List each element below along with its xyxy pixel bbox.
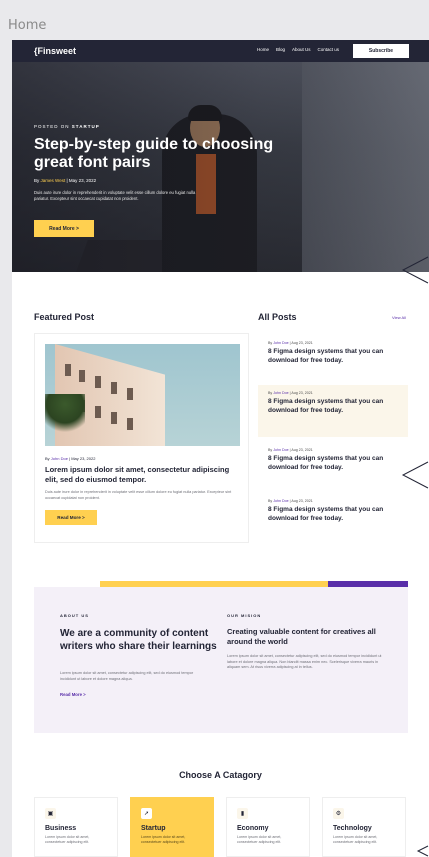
nav-contact[interactable]: Contact us: [318, 47, 340, 52]
window-shape: [111, 382, 117, 394]
top-navbar: {Finsweet Home Blog About Us Contact us …: [12, 40, 429, 62]
category-card-technology[interactable]: ⚙ Technology Lorem ipsum dolor sit amet,…: [322, 797, 406, 857]
mission-text: Lorem ipsum dolor sit amet, consectetur …: [227, 654, 382, 669]
nav-about[interactable]: About Us: [292, 47, 311, 52]
frame-label: Home: [8, 18, 47, 33]
post-title[interactable]: 8 Figma design systems that you can down…: [268, 455, 398, 472]
category-name: Technology: [333, 825, 372, 832]
mission-heading: Creating valuable content for creatives …: [227, 627, 376, 646]
window-shape: [95, 406, 101, 418]
featured-meta-prefix: By: [45, 456, 50, 461]
post-meta-prefix: By: [268, 391, 273, 395]
window-shape: [127, 418, 133, 430]
hero-title: Step-by-step guide to choosing great fon…: [34, 136, 274, 171]
about-label: ABOUT US: [60, 613, 89, 618]
briefcase-icon: ▣: [45, 808, 56, 819]
post-item[interactable]: By John Doe | Aug 23, 2021 8 Figma desig…: [258, 335, 408, 371]
post-meta: By John Doe | Aug 23, 2021: [268, 499, 398, 503]
category-name: Economy: [237, 825, 269, 832]
category-desc: Lorem ipsum dolor sit amet, consectetuer…: [45, 835, 90, 844]
post-title[interactable]: 8 Figma design systems that you can down…: [268, 348, 398, 365]
about-heading: We are a community of content writers wh…: [60, 628, 217, 652]
hero-description: Duis aute irure dolor in reprehenderit i…: [34, 190, 196, 201]
chevron-left-icon: [401, 256, 429, 284]
about-section: ABOUT US We are a community of content w…: [34, 587, 408, 733]
post-meta: By John Doe | Aug 23, 2021: [268, 448, 398, 452]
mission-label: OUR MISION: [227, 613, 262, 618]
logo[interactable]: {Finsweet: [34, 46, 76, 56]
rocket-icon: ➚: [141, 808, 152, 819]
about-text: Lorem ipsum dolor sit amet, consectetur …: [60, 671, 194, 681]
post-author[interactable]: John Doe: [273, 499, 288, 503]
featured-meta: By John Doe | May 23, 2022: [45, 456, 95, 461]
post-meta-prefix: By: [268, 499, 273, 503]
category-name: Business: [45, 825, 77, 832]
hero-section: POSTED ON STARTUP Step-by-step guide to …: [12, 62, 429, 272]
featured-post-heading: Featured Post: [34, 312, 95, 322]
post-title[interactable]: 8 Figma design systems that you can down…: [268, 398, 398, 415]
hero-meta-prefix: By: [34, 178, 40, 183]
window-shape: [127, 388, 133, 400]
post-title[interactable]: 8 Figma design systems that you can down…: [268, 506, 398, 523]
hero-author[interactable]: James West: [41, 178, 66, 183]
window-shape: [79, 370, 85, 382]
category-card-startup[interactable]: ➚ Startup Lorem ipsum dolor sit amet, co…: [130, 797, 214, 857]
featured-date: May 23, 2022: [71, 456, 96, 461]
view-all-link[interactable]: View All: [392, 315, 406, 320]
post-date: Aug 23, 2021: [291, 341, 313, 345]
nav-home[interactable]: Home: [257, 47, 269, 52]
hero-date: May 23, 2022: [68, 178, 97, 183]
chevron-left-icon: [401, 461, 429, 489]
chevron-left-icon: [416, 845, 429, 857]
main-nav: Home Blog About Us Contact us: [257, 47, 339, 52]
post-item[interactable]: By John Doe | Aug 23, 2021 8 Figma desig…: [258, 493, 408, 529]
category-name: Startup: [141, 825, 166, 832]
post-author[interactable]: John Doe: [273, 391, 288, 395]
category-desc: Lorem ipsum dolor sit amet, consectetuer…: [141, 835, 186, 844]
post-author[interactable]: John Doe: [273, 341, 288, 345]
about-read-more-link[interactable]: Read More >: [60, 692, 86, 697]
category-card-economy[interactable]: ▮ Economy Lorem ipsum dolor sit amet, co…: [226, 797, 310, 857]
featured-read-more-button[interactable]: Read More >: [45, 510, 97, 525]
chart-icon: ▮: [237, 808, 248, 819]
post-date: Aug 23, 2021: [291, 448, 313, 452]
category-desc: Lorem ipsum dolor sit amet, consectetuer…: [333, 835, 378, 844]
category-desc: Lorem ipsum dolor sit amet, consectetuer…: [237, 835, 282, 844]
post-meta: By John Doe | Aug 23, 2021: [268, 341, 398, 345]
post-item[interactable]: By John Doe | Aug 23, 2021 8 Figma desig…: [258, 442, 408, 478]
window-shape: [95, 376, 101, 388]
post-author[interactable]: John Doe: [273, 448, 288, 452]
palm-tree-shape: [45, 394, 85, 446]
page-canvas: {Finsweet Home Blog About Us Contact us …: [12, 40, 429, 857]
post-date: Aug 23, 2021: [291, 499, 313, 503]
hero-read-more-button[interactable]: Read More >: [34, 220, 94, 237]
category-card-business[interactable]: ▣ Business Lorem ipsum dolor sit amet, c…: [34, 797, 118, 857]
post-meta-prefix: By: [268, 341, 273, 345]
featured-post-card[interactable]: By John Doe | May 23, 2022 Lorem ipsum d…: [34, 333, 249, 543]
hero-posted-category[interactable]: STARTUP: [72, 124, 100, 129]
featured-description: Duis aute irure dolor in reprehenderit i…: [45, 490, 232, 500]
post-meta-prefix: By: [268, 448, 273, 452]
featured-post-image[interactable]: [45, 344, 240, 446]
hero-meta: By James West | May 23, 2022: [34, 178, 96, 183]
featured-title[interactable]: Lorem ipsum dolor sit amet, consectetur …: [45, 465, 240, 485]
post-item-active[interactable]: By John Doe | Aug 23, 2021 8 Figma desig…: [258, 385, 408, 437]
hero-posted-on: POSTED ON STARTUP: [34, 124, 100, 129]
hero-posted-prefix: POSTED ON: [34, 124, 70, 129]
category-heading: Choose A Catagory: [179, 770, 262, 780]
post-date: Aug 23, 2021: [291, 391, 313, 395]
nav-blog[interactable]: Blog: [276, 47, 285, 52]
featured-author[interactable]: John Doe: [51, 456, 68, 461]
post-meta: By John Doe | Aug 23, 2021: [268, 391, 398, 395]
cpu-icon: ⚙: [333, 808, 344, 819]
window-shape: [65, 364, 71, 376]
window-shape: [111, 412, 117, 424]
subscribe-button[interactable]: Subscribe: [353, 44, 409, 58]
all-posts-heading: All Posts: [258, 312, 297, 322]
